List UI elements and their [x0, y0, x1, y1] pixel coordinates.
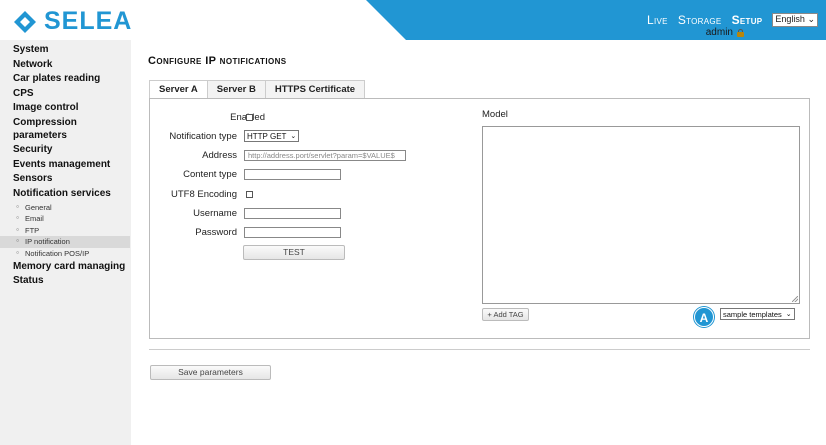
resize-grip-icon[interactable] — [792, 296, 798, 302]
nav-storage[interactable]: Storage — [678, 13, 722, 27]
notification-type-select[interactable]: HTTP GET ⌄ — [244, 130, 300, 142]
tab-server-b[interactable]: Server B — [206, 80, 266, 98]
sidebar-subitem-pos-ip[interactable]: Notification POS/IP — [0, 248, 131, 260]
chevron-down-icon: ⌄ — [290, 133, 297, 140]
password-row: Password — [150, 225, 480, 239]
chevron-down-icon: ⌄ — [807, 14, 815, 24]
password-label: Password — [195, 226, 237, 238]
add-tag-button[interactable]: + Add TAG — [482, 308, 529, 321]
save-parameters-button[interactable]: Save parameters — [150, 365, 271, 380]
enabled-row: Enabled — [150, 110, 480, 124]
page-title: Configure IP notifications — [148, 55, 287, 67]
sidebar-item-car-plates[interactable]: Car plates reading — [0, 72, 131, 87]
address-row: Address http://address.port/servlet?para… — [150, 148, 480, 162]
sidebar-item-cps[interactable]: CPS — [0, 87, 131, 102]
tab-https-certificate[interactable]: HTTPS Certificate — [264, 80, 366, 98]
user-info: admin — [706, 27, 744, 38]
address-input[interactable]: http://address.port/servlet?param=$VALUE… — [244, 149, 406, 161]
sidebar: System Network Car plates reading CPS Im… — [0, 40, 131, 445]
divider — [149, 349, 810, 350]
sidebar-item-events[interactable]: Events management — [0, 158, 131, 173]
username-row: Username — [150, 206, 480, 220]
sidebar-item-image-control[interactable]: Image control — [0, 101, 131, 116]
callout-marker: A — [694, 307, 714, 327]
nav-live[interactable]: Live — [647, 13, 668, 27]
password-input[interactable] — [244, 226, 341, 238]
address-label: Address — [202, 149, 237, 161]
username-label: Username — [193, 207, 237, 219]
utf8-label: UTF8 Encoding — [170, 188, 237, 200]
sidebar-subitem-email[interactable]: Email — [0, 213, 131, 225]
notification-type-label: Notification type — [169, 130, 237, 142]
notification-type-row: Notification type HTTP GET ⌄ — [150, 129, 480, 143]
language-select[interactable]: English ⌄ — [772, 13, 818, 27]
sidebar-item-compression[interactable]: Compression parameters — [0, 116, 131, 143]
sidebar-item-status[interactable]: Status — [0, 274, 131, 289]
enabled-checkbox[interactable] — [246, 113, 253, 121]
lock-icon[interactable] — [737, 28, 744, 37]
username-input[interactable] — [244, 207, 341, 219]
chevron-down-icon: ⌄ — [785, 311, 792, 318]
sidebar-item-sensors[interactable]: Sensors — [0, 172, 131, 187]
sidebar-item-security[interactable]: Security — [0, 143, 131, 158]
logo-diamond-icon — [14, 10, 36, 33]
username-label: admin — [705, 27, 733, 38]
utf8-checkbox[interactable] — [246, 190, 253, 198]
logo[interactable]: SELEA — [12, 7, 132, 36]
tab-bar: Server A Server B HTTPS Certificate — [149, 80, 366, 99]
utf8-row: UTF8 Encoding — [150, 187, 480, 201]
content-type-input[interactable] — [244, 168, 341, 180]
content-type-row: Content type — [150, 167, 480, 181]
sample-templates-select[interactable]: sample templates ⌄ — [720, 308, 795, 320]
sidebar-subitem-general[interactable]: General — [0, 202, 131, 214]
sidebar-item-system[interactable]: System — [0, 43, 131, 58]
sidebar-item-network[interactable]: Network — [0, 58, 131, 73]
sidebar-subitem-ip-notification[interactable]: IP notification — [0, 236, 130, 248]
server-a-panel: Enabled Notification type HTTP GET⌄ Addr… — [149, 98, 810, 339]
sidebar-item-memory-card[interactable]: Memory card managing — [0, 260, 131, 275]
sidebar-subitem-ftp[interactable]: FTP — [0, 225, 131, 237]
nav-setup[interactable]: Setup — [732, 13, 763, 27]
header: SELEA Live Storage Setup English ⌄ admin — [0, 0, 826, 40]
test-button[interactable]: TEST — [243, 245, 345, 260]
tab-server-a[interactable]: Server A — [149, 80, 208, 99]
content-type-label: Content type — [183, 168, 237, 180]
model-textarea[interactable] — [482, 126, 800, 304]
logo-text: SELEA — [44, 7, 133, 35]
model-label: Model — [482, 109, 508, 120]
sidebar-item-notification-services[interactable]: Notification services — [0, 187, 131, 202]
